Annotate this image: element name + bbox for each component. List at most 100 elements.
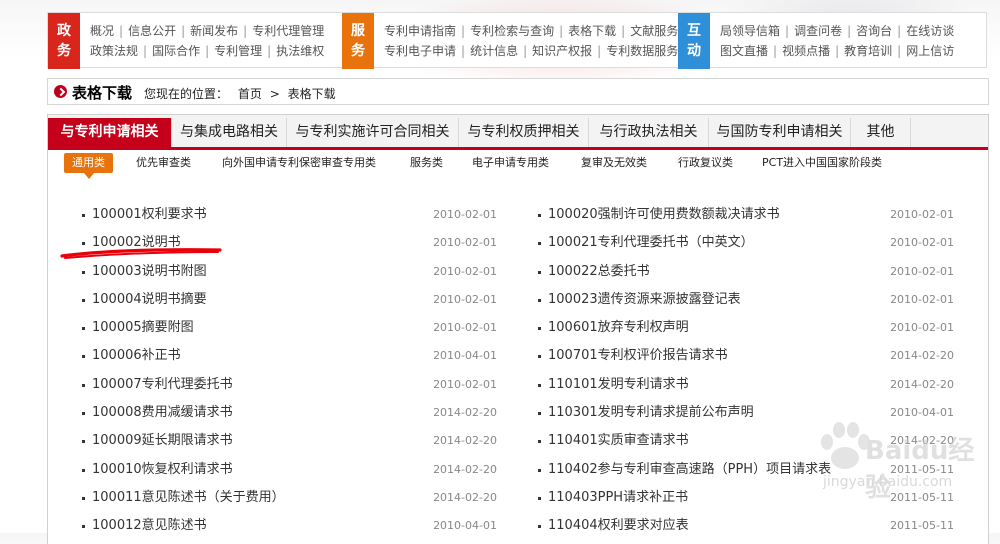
form-download-link[interactable]: 100004说明书摘要 [92,286,207,314]
nav-row: 图文直播 | 视频点播 | 教育培训 | 网上信访 [720,44,955,58]
subtab-priority-exam[interactable]: 优先审查类 [136,153,191,173]
nav-link[interactable]: 专利代理管理 [252,24,324,38]
bullet-icon [538,468,541,472]
subtab-e-filing[interactable]: 电子申请专用类 [472,153,549,173]
nav-row: 专利申请指南 | 专利检索与查询 | 表格下载 | 文献服务 [384,24,679,38]
nav-link[interactable]: 在线访谈 [906,24,954,38]
form-download-link[interactable]: 100021专利代理委托书（中英文） [548,229,754,257]
nav-link[interactable]: 文献服务 [630,24,678,38]
publish-date: 2010-02-01 [890,321,954,335]
form-download-link[interactable]: 100012意见陈述书 [92,512,207,540]
nav-link[interactable]: 专利申请指南 [384,24,456,38]
nav-link[interactable]: 咨询台 [856,24,892,38]
form-download-link[interactable]: 100022总委托书 [548,258,650,286]
nav-link[interactable]: 表格下载 [568,24,616,38]
form-download-link[interactable]: 100011意见陈述书（关于费用） [92,484,285,512]
list-item: 100009延长期限请求书 2014-02-20 [82,427,497,455]
bullet-icon [82,214,85,217]
form-download-link[interactable]: 100701专利权评价报告请求书 [548,342,728,370]
subtab-pct-national-phase[interactable]: PCT进入中国国家阶段类 [762,153,882,173]
nav-link[interactable]: 调查问卷 [794,24,842,38]
subtab-general[interactable]: 通用类 [64,153,113,179]
form-download-link[interactable]: 110101发明专利请求书 [548,371,689,399]
subtab-confidentiality-review[interactable]: 向外国申请专利保密审查专用类 [222,153,376,173]
nav-row: 政策法规 | 国际合作 | 专利管理 | 执法维权 [90,44,325,58]
subtab-reexamination-invalidation[interactable]: 复审及无效类 [581,153,647,173]
list-item: 110401实质审查请求书 2014-02-20 [538,427,954,455]
bullet-icon [538,242,541,246]
nav-link[interactable]: 知识产权报 [532,44,592,58]
form-download-link[interactable]: 100005摘要附图 [92,314,194,342]
list-item: 100005摘要附图 2010-02-01 [82,314,497,342]
nav-tag-char: 务 [57,43,71,59]
tab-defense-patent[interactable]: 与国防专利申请相关 [709,118,851,147]
form-download-link[interactable]: 100020强制许可使用费数额裁决请求书 [548,201,780,229]
subtab-service[interactable]: 服务类 [410,153,443,173]
form-download-link[interactable]: 100601放弃专利权声明 [548,314,689,342]
form-download-link[interactable]: 110403PPH请求补正书 [548,484,688,512]
tab-integrated-circuit[interactable]: 与集成电路相关 [172,118,287,147]
nav-link[interactable]: 国际合作 [152,44,200,58]
nav-link[interactable]: 教育培训 [844,44,892,58]
breadcrumb-home-link[interactable]: 首页 [238,87,262,101]
list-item: 100006补正书 2010-04-01 [82,342,497,370]
tab-administrative-enforcement[interactable]: 与行政执法相关 [589,118,709,147]
page-title: 表格下载 [72,84,133,102]
form-download-link[interactable]: 100007专利代理委托书 [92,371,233,399]
form-download-link[interactable]: 100001权利要求书 [92,201,207,229]
nav-link[interactable]: 专利数据服务 [606,44,678,58]
list-item: 100004说明书摘要 2010-02-01 [82,286,497,314]
form-download-link[interactable]: 100006补正书 [92,342,181,370]
subtab-admin-reconsideration[interactable]: 行政复议类 [678,153,733,173]
publish-date: 2014-02-20 [890,349,954,363]
tab-patent-application[interactable]: 与专利申请相关 [48,118,172,147]
nav-link[interactable]: 专利管理 [214,44,262,58]
breadcrumb-separator: > [269,87,280,101]
bullet-icon [538,525,541,529]
nav-link[interactable]: 局领导信箱 [720,24,780,38]
form-download-link[interactable]: 110301发明专利请求提前公布声明 [548,399,754,427]
form-download-link[interactable]: 100010恢复权利请求书 [92,456,233,484]
bullet-icon [538,383,541,387]
bullet-icon [82,242,85,246]
list-item: 100020强制许可使用费数额裁决请求书 2010-02-01 [538,201,954,229]
nav-link[interactable]: 执法维权 [276,44,324,58]
form-download-link[interactable]: 110404权利要求对应表 [548,512,689,540]
bullet-icon [82,440,85,444]
nav-link[interactable]: 概况 [90,24,114,38]
tab-patent-pledge[interactable]: 与专利权质押相关 [459,118,589,147]
list-item: 100001权利要求书 2010-02-01 [82,201,497,229]
nav-link[interactable]: 新闻发布 [190,24,238,38]
publish-date: 2010-02-01 [890,236,954,250]
publish-date: 2010-02-01 [433,377,497,391]
nav-link[interactable]: 视频点播 [782,44,830,58]
top-navigation: 政 务 概况 | 信息公开 | 新闻发布 | 专利代理管理 政策法规 | 国际合作 | 专利管理 | 执… [47,12,987,69]
nav-group-tag: 互 动 [678,13,710,69]
form-download-link[interactable]: 100008费用减缓请求书 [92,399,233,427]
form-download-link[interactable]: 100003说明书附图 [92,258,207,286]
tab-other[interactable]: 其他 [851,118,911,147]
form-download-link[interactable]: 110402参与专利审查高速路（PPH）项目请求表 [548,456,831,484]
bullet-icon [82,468,85,472]
bullet-icon [538,355,541,359]
form-download-link[interactable]: 100023遗传资源来源披露登记表 [548,286,741,314]
nav-link[interactable]: 专利电子申请 [384,44,456,58]
nav-link[interactable]: 专利检索与查询 [470,24,554,38]
list-item: 100601放弃专利权声明 2010-02-01 [538,314,954,342]
publish-date: 2014-02-20 [433,462,497,476]
publish-date: 2010-02-01 [433,264,497,278]
nav-link[interactable]: 信息公开 [128,24,176,38]
publish-date: 2014-02-20 [433,490,497,504]
list-item: 100021专利代理委托书（中英文） 2010-02-01 [538,229,954,257]
form-download-link[interactable]: 110401实质审查请求书 [548,427,689,455]
tab-license-contract[interactable]: 与专利实施许可合同相关 [287,118,459,147]
publish-date: 2014-02-20 [433,434,497,448]
list-item: 110404权利要求对应表 2011-05-11 [538,512,954,540]
nav-link[interactable]: 网上信访 [906,44,954,58]
nav-link[interactable]: 统计信息 [470,44,518,58]
form-download-link[interactable]: 100002说明书 [92,229,181,257]
publish-date: 2010-02-01 [433,321,497,335]
form-download-link[interactable]: 100009延长期限请求书 [92,427,233,455]
nav-link[interactable]: 政策法规 [90,44,138,58]
nav-link[interactable]: 图文直播 [720,44,768,58]
